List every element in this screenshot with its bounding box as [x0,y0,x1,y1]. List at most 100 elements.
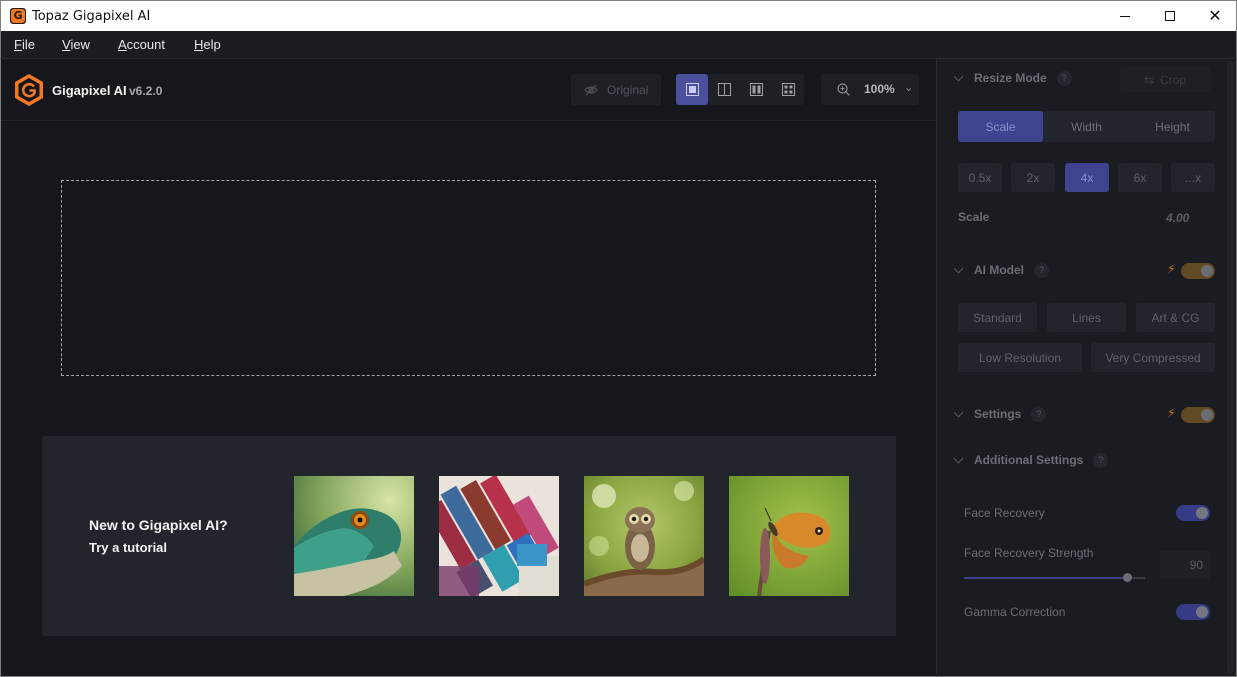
face-recovery-toggle[interactable] [1176,505,1210,521]
menu-help[interactable]: Help [194,37,221,52]
tab-height[interactable]: Height [1130,111,1215,142]
tab-width[interactable]: Width [1044,111,1129,142]
settings-panel: Resize Mode ? ⇆ Crop Scale Width Height 0… [936,59,1237,677]
model-standard[interactable]: Standard [958,303,1037,332]
chevron-down-icon [953,407,964,417]
section-title: AI Model [974,263,1024,277]
face-recovery-strength-input[interactable]: 90 [1160,551,1210,579]
section-title: Settings [974,407,1022,421]
view-mode-group [676,74,804,105]
tutorial-subtitle: Try a tutorial [89,540,168,555]
crop-icon: ⇆ [1143,72,1155,87]
gigapixel-logo-icon [15,74,43,106]
view-side-by-side-button[interactable] [740,74,772,105]
original-toggle-button[interactable]: Original [571,74,661,105]
close-button[interactable]: ✕ [1192,1,1237,31]
gamma-correction-label: Gamma Correction [964,605,1066,619]
side-by-side-icon [749,83,763,96]
gamma-correction-toggle[interactable] [1176,604,1210,620]
tutorial-thumb-butterfly[interactable] [729,476,849,596]
minimize-button[interactable] [1102,1,1148,31]
chevron-down-icon: ⌄ [904,82,914,94]
help-icon[interactable]: ? [1056,70,1072,86]
zoom-in-icon[interactable] [837,83,850,96]
grid-view-icon [781,83,795,96]
slider-thumb[interactable] [1122,573,1132,582]
toggle-knob [1201,265,1213,277]
zoom-value: 100% [864,82,895,96]
help-icon[interactable]: ? [1034,262,1049,278]
butterfly-image [729,476,849,596]
crop-button[interactable]: ⇆ Crop [1120,67,1210,92]
window-title: Topaz Gigapixel AI [32,9,151,24]
scale-label: Scale [958,210,990,224]
chevron-down-icon [953,453,964,463]
tutorial-thumb-paint-brushes[interactable] [439,476,559,596]
view-grid-button[interactable] [772,74,804,105]
bolt-icon: ⚡ [1167,262,1176,276]
top-toolbar: Gigapixel AI v6.2.0 Original 100% ⌄ [1,59,936,121]
maximize-button[interactable] [1147,1,1193,31]
brand-name: Gigapixel AI [52,83,127,98]
model-low-resolution[interactable]: Low Resolution [958,343,1082,372]
tutorial-title: New to Gigapixel AI? [89,517,228,533]
panel-scrollbar[interactable] [1227,61,1234,673]
crop-label: Crop [1160,72,1187,87]
close-icon: ✕ [1208,6,1222,25]
menu-account[interactable]: Account [118,37,165,52]
owl-image [584,476,704,596]
maximize-icon [1165,11,1175,21]
view-split-button[interactable] [708,74,740,105]
section-title: Resize Mode [974,71,1047,85]
scale-option-4x[interactable]: 4x [1065,163,1109,192]
resize-mode-header[interactable]: Resize Mode ? [953,70,1072,86]
tab-scale[interactable]: Scale [958,111,1043,142]
single-view-icon [685,83,699,96]
chevron-down-icon [953,71,964,81]
scale-option-custom[interactable]: ...x [1171,163,1215,192]
window-titlebar: G Topaz Gigapixel AI ✕ [0,0,1237,31]
tutorial-panel: New to Gigapixel AI? Try a tutorial [42,436,896,636]
paint-brushes-image [439,476,559,596]
app-icon: G [10,8,26,24]
bolt-icon: ⚡ [1167,406,1176,420]
toggle-knob [1196,606,1208,618]
face-recovery-strength-slider[interactable] [964,573,1145,582]
menu-view[interactable]: View [62,37,90,52]
model-lines[interactable]: Lines [1047,303,1126,332]
scale-value[interactable]: 4.00 [1166,211,1189,225]
additional-settings-header[interactable]: Additional Settings ? [953,452,1109,468]
minimize-icon [1120,15,1130,17]
ai-model-auto-toggle[interactable] [1181,263,1215,279]
model-art-cg[interactable]: Art & CG [1136,303,1215,332]
section-title: Additional Settings [974,453,1084,467]
model-very-compressed[interactable]: Very Compressed [1091,343,1215,372]
split-view-icon [717,83,731,96]
main-area: Gigapixel AI v6.2.0 Original 100% ⌄ New … [0,59,936,677]
scale-option-0-5x[interactable]: 0.5x [958,163,1002,192]
tutorial-thumb-owl[interactable] [584,476,704,596]
scale-option-6x[interactable]: 6x [1118,163,1162,192]
view-single-button[interactable] [676,74,708,105]
tutorial-thumb-lizard[interactable] [294,476,414,596]
face-recovery-strength-label: Face Recovery Strength [964,546,1094,560]
slider-fill [964,577,1127,579]
toggle-knob [1201,409,1213,421]
image-drop-zone[interactable] [61,180,876,376]
ai-model-header[interactable]: AI Model ? [953,262,1049,278]
help-icon[interactable]: ? [1031,406,1047,422]
menu-bar: File View Account Help [0,31,1237,59]
scale-option-2x[interactable]: 2x [1011,163,1055,192]
menu-file[interactable]: File [14,37,35,52]
chevron-down-icon [953,263,964,273]
face-recovery-label: Face Recovery [964,506,1045,520]
settings-auto-toggle[interactable] [1181,407,1215,423]
resize-mode-tabs: Scale Width Height [958,111,1215,142]
settings-header[interactable]: Settings ? [953,406,1047,422]
lizard-image [294,476,414,596]
eye-off-icon [584,84,598,95]
zoom-control[interactable]: 100% ⌄ [821,74,919,105]
brand-version: v6.2.0 [129,84,163,98]
original-label: Original [607,82,649,97]
help-icon[interactable]: ? [1093,452,1109,468]
